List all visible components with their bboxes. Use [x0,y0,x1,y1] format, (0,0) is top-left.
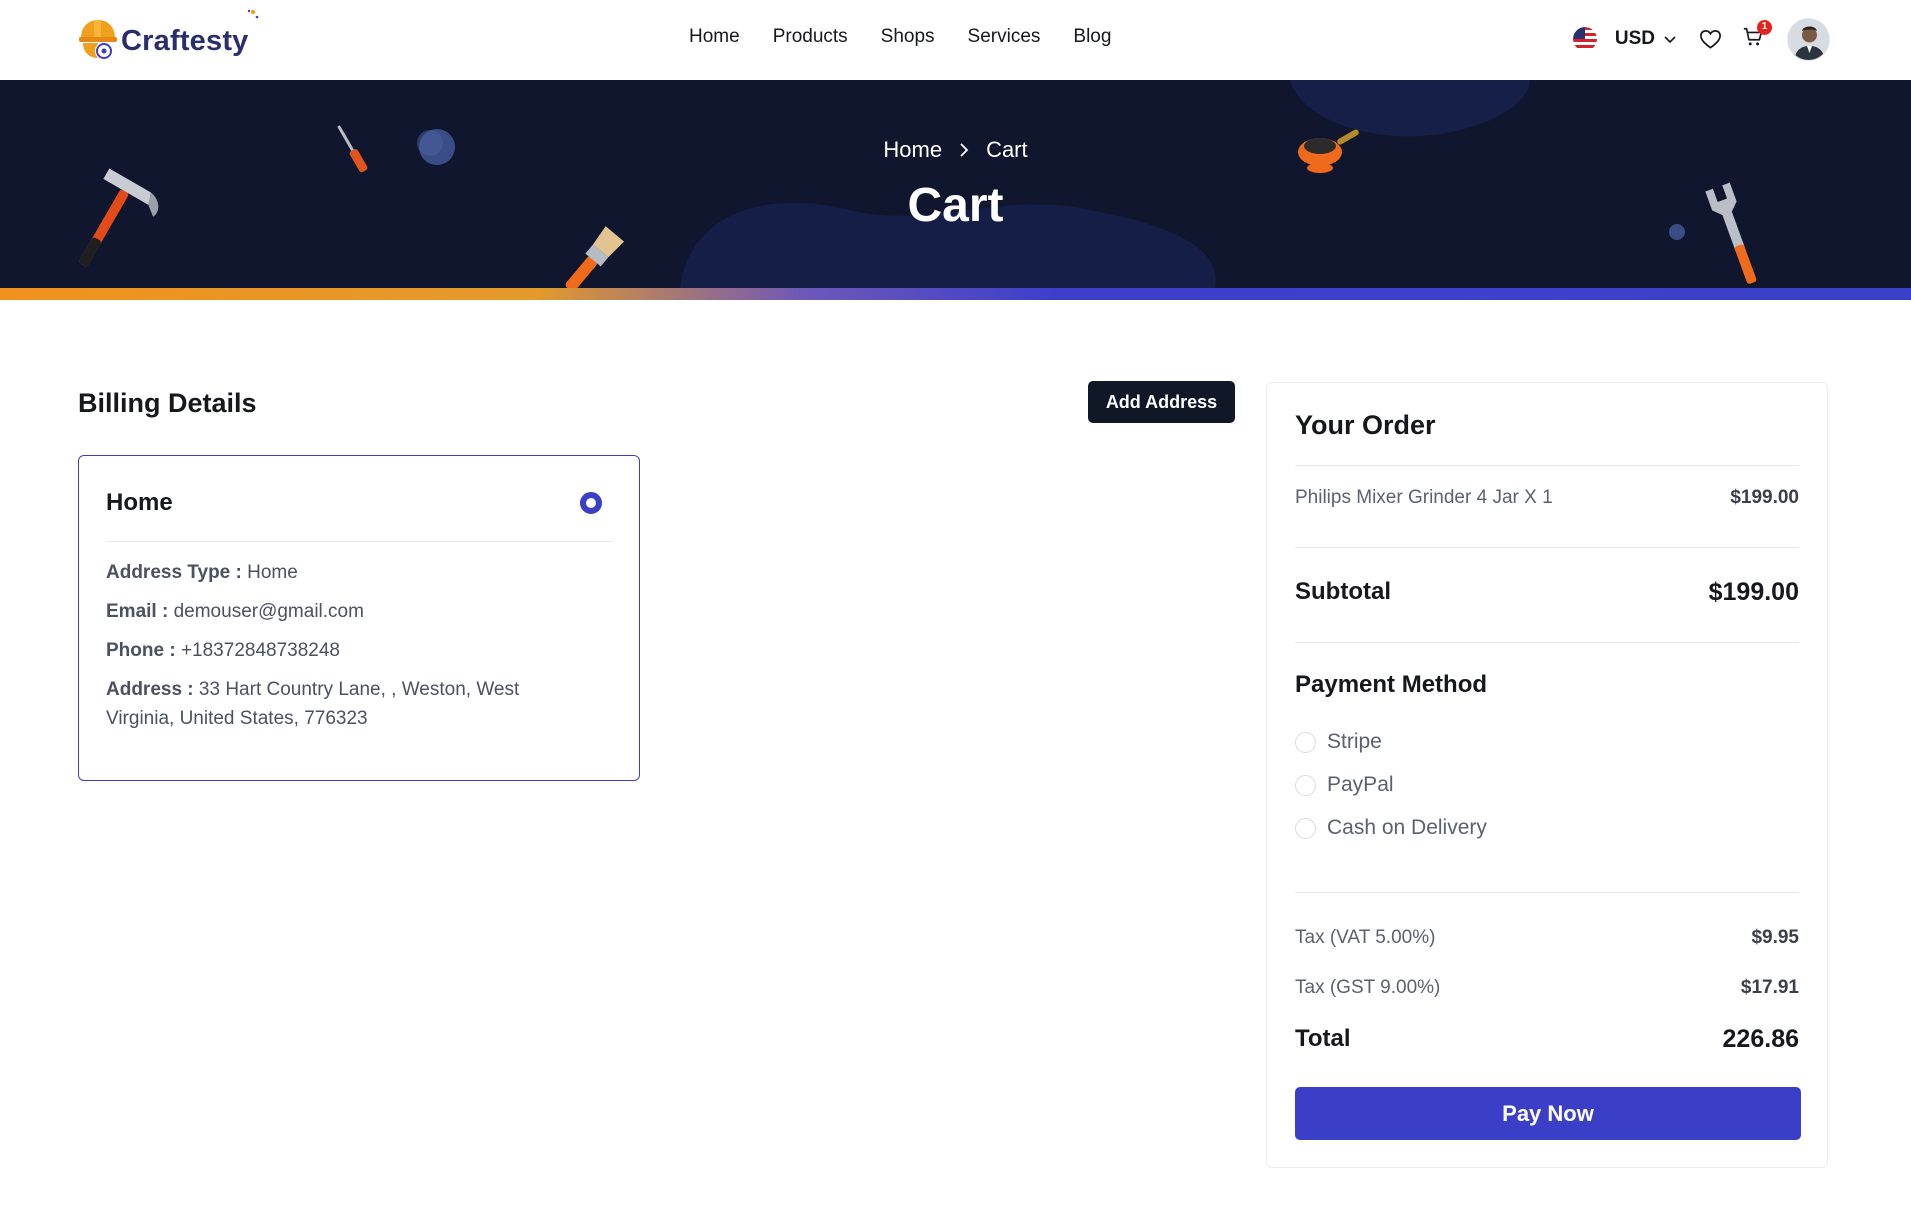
divider [1295,642,1799,643]
chevron-down-icon[interactable] [1663,32,1677,46]
tax-row: Tax (GST 9.00%) $17.91 [1295,973,1799,1003]
order-title: Your Order [1295,410,1436,440]
page-hero: Home Cart Cart [0,80,1911,288]
address-phone-value: +18372848738248 [180,640,340,661]
nav-actions: USD 1 [1572,16,1830,62]
address-card[interactable]: Home Address Type : Home Email : demouse… [78,455,640,781]
page-title: Cart [907,179,1004,232]
nav-home[interactable]: Home [689,24,740,50]
billing-title: Billing Details [78,388,257,418]
tax-value: $9.95 [1751,927,1799,948]
order-summary-card: Your Order Philips Mixer Grinder 4 Jar X… [1266,382,1828,1168]
divider [1295,465,1799,466]
tax-row: Tax (VAT 5.00%) $9.95 [1295,923,1799,953]
payment-option-paypal[interactable]: PayPal [1295,772,1394,798]
address-type-row: Address Type : Home [106,558,569,587]
breadcrumb: Home Cart [0,136,1911,164]
divider [1295,547,1799,548]
address-street-label: Address : [106,679,194,700]
tax-value: $17.91 [1740,977,1799,998]
divider [1295,892,1799,893]
add-address-button[interactable]: Add Address [1088,381,1235,423]
tax-label: Tax (GST 9.00%) [1295,977,1441,998]
currency-selector[interactable]: USD [1615,28,1655,50]
total-label: Total [1295,1025,1351,1052]
nav-shops[interactable]: Shops [881,24,935,50]
payment-option-stripe[interactable]: Stripe [1295,729,1382,755]
payment-method-title: Payment Method [1295,671,1488,698]
address-title: Home [106,489,173,516]
payment-radio-stripe[interactable] [1295,731,1316,753]
helmet-logo-icon [79,20,117,60]
address-street-row: Address : 33 Hart Country Lane, , Weston… [106,675,569,733]
subtotal-row: Subtotal $199.00 [1295,575,1799,609]
address-email-row: Email : demouser@gmail.com [106,597,569,626]
tax-label: Tax (VAT 5.00%) [1295,927,1436,948]
address-type-value: Home [247,562,298,583]
address-phone-label: Phone : [106,640,176,661]
total-value: 226.86 [1722,1024,1799,1053]
payment-option-label: Stripe [1327,730,1382,753]
check-sparkle-icon [247,9,258,19]
cart-button[interactable]: 1 [1742,19,1772,53]
nav-blog[interactable]: Blog [1073,24,1111,50]
address-phone-row: Phone : +18372848738248 [106,636,569,665]
brand-logo[interactable]: Craftesty [77,9,258,64]
subtotal-value: $199.00 [1708,577,1799,606]
address-type-label: Address Type : [106,562,242,583]
user-avatar[interactable] [1787,17,1830,61]
hero-accent-bar [0,288,1911,300]
main-nav: Home Products Shops Services Blog [689,24,1111,50]
address-radio-selected[interactable] [580,492,602,514]
total-row: Total 226.86 [1295,1021,1799,1057]
address-email-label: Email : [106,601,169,622]
order-item-row: Philips Mixer Grinder 4 Jar X 1 $199.00 [1295,483,1799,513]
nav-products[interactable]: Products [773,24,848,50]
address-card-header: Home [106,486,612,542]
order-item-name: Philips Mixer Grinder 4 Jar X 1 [1295,487,1553,508]
us-flag-icon[interactable] [1572,27,1597,51]
heart-icon[interactable] [1699,28,1722,50]
user-photo-icon [1788,18,1829,60]
cart-count-badge: 1 [1757,19,1772,35]
breadcrumb-home[interactable]: Home [883,136,942,164]
nav-services[interactable]: Services [968,24,1041,50]
payment-option-cod[interactable]: Cash on Delivery [1295,815,1487,841]
payment-option-label: Cash on Delivery [1327,816,1487,839]
brand-name: Craftesty [121,24,249,57]
subtotal-label: Subtotal [1295,578,1391,605]
pay-now-button[interactable]: Pay Now [1295,1087,1801,1140]
order-item-price: $199.00 [1730,487,1799,508]
navbar: Craftesty Home Products Shops Services B… [0,0,1911,80]
payment-radio-cod[interactable] [1295,817,1316,839]
payment-radio-paypal[interactable] [1295,774,1316,796]
chevron-right-icon [960,143,969,157]
address-email-value: demouser@gmail.com [173,601,364,622]
breadcrumb-current: Cart [986,137,1028,162]
payment-option-label: PayPal [1327,773,1394,796]
